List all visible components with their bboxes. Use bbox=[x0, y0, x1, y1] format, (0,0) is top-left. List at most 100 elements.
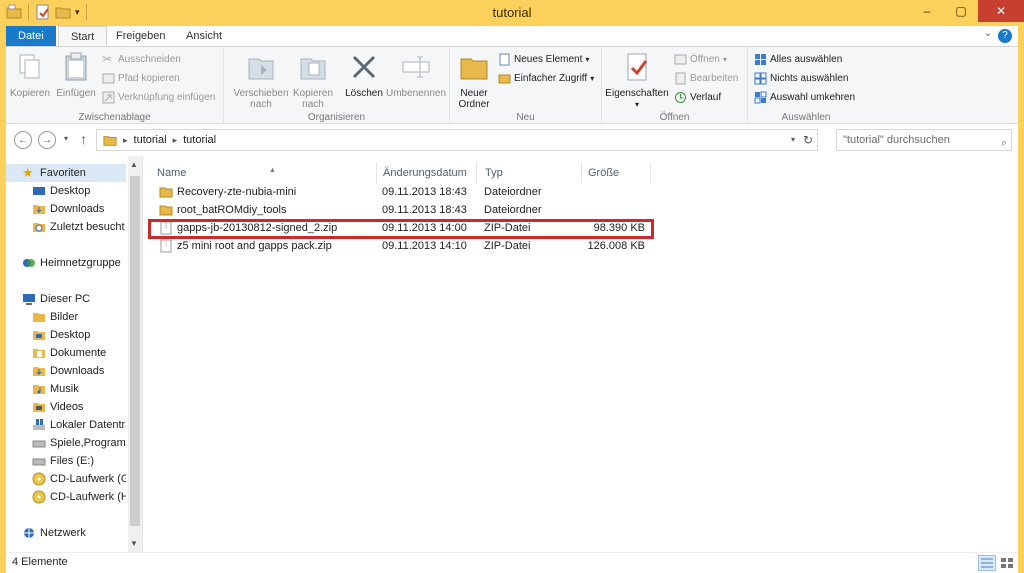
tab-share[interactable]: Freigeben bbox=[104, 26, 178, 46]
nav-label: Downloads bbox=[50, 203, 105, 215]
group-select: Alles auswählen Nichts auswählen Auswahl… bbox=[748, 47, 864, 125]
nav-label: Dokumente bbox=[50, 347, 107, 359]
nav-videos[interactable]: Videos bbox=[6, 398, 126, 416]
tab-start[interactable]: Start bbox=[58, 26, 108, 46]
move-icon bbox=[248, 58, 274, 80]
tab-file[interactable]: Datei bbox=[6, 26, 56, 46]
breadcrumb-item[interactable]: tutorial bbox=[183, 134, 216, 146]
new-item-icon bbox=[499, 53, 510, 66]
nav-recent[interactable]: Zuletzt besucht bbox=[6, 218, 126, 236]
paste-button[interactable]: Einfügen bbox=[54, 51, 98, 99]
search-input[interactable]: "tutorial" durchsuchen ⌕ bbox=[836, 129, 1012, 151]
new-folder-button[interactable]: Neuer Ordner bbox=[454, 51, 494, 110]
chevron-down-icon[interactable]: ⌄ bbox=[984, 28, 992, 39]
column-date[interactable]: Änderungsdatum bbox=[377, 162, 477, 184]
file-name[interactable]: root_batROMdiy_tools bbox=[177, 201, 286, 219]
nav-pictures[interactable]: Bilder bbox=[6, 308, 126, 326]
scroll-down-icon[interactable]: ▼ bbox=[130, 539, 138, 548]
paste-shortcut-button[interactable]: Verknüpfung einfügen bbox=[102, 91, 215, 104]
column-name[interactable]: Name ▲ bbox=[151, 162, 377, 184]
folder-icon bbox=[460, 58, 488, 80]
select-all-button[interactable]: Alles auswählen bbox=[754, 53, 842, 66]
nav-drive-games[interactable]: Spiele,Programm bbox=[6, 434, 126, 452]
copy-to-button[interactable]: Kopieren nach bbox=[290, 51, 336, 110]
edit-button[interactable]: Bearbeiten bbox=[674, 72, 738, 85]
navpane-scrollbar[interactable]: ▲ ▼ bbox=[128, 156, 142, 552]
details-view-button[interactable] bbox=[978, 555, 996, 571]
nav-local-disk[interactable]: Lokaler Datenträg bbox=[6, 416, 126, 434]
scrollbar-thumb[interactable] bbox=[130, 176, 140, 526]
file-name[interactable]: z5 mini root and gapps pack.zip bbox=[177, 237, 332, 255]
recent-locations-dropdown[interactable]: ▾ bbox=[64, 134, 68, 143]
nav-cd-g[interactable]: CD-Laufwerk (G:) bbox=[6, 470, 126, 488]
paste-shortcut-label: Verknüpfung einfügen bbox=[118, 92, 216, 103]
new-item-button[interactable]: Neues Element ▾ bbox=[498, 53, 589, 66]
nav-label: Zuletzt besucht bbox=[50, 221, 125, 233]
file-date: 09.11.2013 18:43 bbox=[382, 186, 467, 198]
music-folder-icon bbox=[33, 385, 45, 394]
minimize-button[interactable]: – bbox=[910, 0, 944, 22]
copy-path-button[interactable]: Pfad kopieren bbox=[102, 72, 180, 85]
nav-desktop[interactable]: Desktop bbox=[6, 182, 126, 200]
close-button[interactable]: ✕ bbox=[978, 0, 1024, 22]
nav-homegroup[interactable]: Heimnetzgruppe bbox=[6, 254, 126, 272]
easy-access-button[interactable]: Einfacher Zugriff ▾ bbox=[498, 72, 594, 85]
nav-documents[interactable]: Dokumente bbox=[6, 344, 126, 362]
tab-view[interactable]: Ansicht bbox=[174, 26, 234, 46]
nav-cd-h[interactable]: CD-Laufwerk (H: bbox=[6, 488, 126, 506]
nav-pc-downloads[interactable]: Downloads bbox=[6, 362, 126, 380]
open-button[interactable]: Öffnen ▾ bbox=[674, 53, 727, 66]
nav-pc-desktop[interactable]: Desktop bbox=[6, 326, 126, 344]
properties-label: Eigenschaften bbox=[605, 88, 669, 99]
column-size[interactable]: Größe bbox=[582, 162, 651, 184]
maximize-button[interactable]: ▢ bbox=[944, 0, 978, 22]
table-row[interactable]: root_batROMdiy_tools 09.11.2013 18:43 Date… bbox=[151, 201, 651, 219]
copy-button[interactable]: Kopieren bbox=[10, 51, 50, 99]
nav-downloads[interactable]: Downloads bbox=[6, 200, 126, 218]
title-bar: ▾ tutorial – ▢ ✕ bbox=[0, 0, 1024, 26]
sort-up-icon: ▲ bbox=[269, 167, 276, 174]
forward-button[interactable]: → bbox=[38, 131, 56, 149]
move-to-button[interactable]: Verschieben nach bbox=[232, 51, 290, 110]
nav-music[interactable]: Musik bbox=[6, 380, 126, 398]
back-button[interactable]: ← bbox=[14, 131, 32, 149]
table-row[interactable]: z5 mini root and gapps pack.zip 09.11.201… bbox=[151, 237, 651, 255]
chevron-down-icon[interactable]: ▾ bbox=[791, 135, 795, 144]
copy-path-label: Pfad kopieren bbox=[118, 73, 180, 84]
up-arrow-icon[interactable]: ↑ bbox=[80, 131, 87, 147]
scroll-up-icon[interactable]: ▲ bbox=[130, 160, 138, 169]
properties-button[interactable]: Eigenschaften ▾ bbox=[604, 51, 670, 110]
file-name[interactable]: Recovery-zte-nubia-mini bbox=[177, 183, 296, 201]
file-list: Name ▲ Änderungsdatum Typ Größe Recovery-… bbox=[142, 156, 1018, 552]
nav-label: Files (E:) bbox=[50, 455, 94, 467]
nav-label: Desktop bbox=[50, 185, 91, 197]
chevron-right-icon[interactable]: ▸ bbox=[123, 135, 128, 146]
rename-button[interactable]: Umbenennen bbox=[386, 51, 446, 99]
nav-label: Heimnetzgruppe bbox=[40, 257, 121, 269]
history-button[interactable]: Verlauf bbox=[674, 91, 721, 104]
nav-favorites[interactable]: ★ Favoriten bbox=[6, 164, 126, 182]
computer-icon bbox=[23, 294, 35, 305]
chevron-right-icon[interactable]: ▸ bbox=[173, 135, 178, 146]
help-icon[interactable]: ? bbox=[998, 29, 1012, 43]
navigation-bar: ← → ▾ ↑ ▸ tutorial ▸ tutorial ▾ ↻ "tutor… bbox=[6, 124, 1018, 156]
address-bar[interactable]: ▸ tutorial ▸ tutorial ▾ ↻ bbox=[96, 129, 818, 151]
table-row[interactable]: Recovery-zte-nubia-mini 09.11.2013 18:43 D… bbox=[151, 183, 651, 201]
file-size: 126.008 KB bbox=[587, 240, 646, 252]
delete-button[interactable]: Löschen bbox=[342, 51, 386, 99]
cut-button[interactable]: ✂ Ausschneiden bbox=[102, 53, 181, 66]
nav-this-pc[interactable]: Dieser PC bbox=[6, 290, 126, 308]
invert-selection-button[interactable]: Auswahl umkehren bbox=[754, 91, 855, 104]
column-type[interactable]: Typ bbox=[479, 162, 582, 184]
select-none-button[interactable]: Nichts auswählen bbox=[754, 72, 848, 85]
breadcrumb-item[interactable]: tutorial bbox=[134, 134, 167, 146]
drive-icon bbox=[32, 440, 46, 448]
nav-network[interactable]: Netzwerk bbox=[6, 524, 126, 542]
file-date: 09.11.2013 18:43 bbox=[382, 204, 467, 216]
nav-drive-e[interactable]: Files (E:) bbox=[6, 452, 126, 470]
refresh-icon[interactable]: ↻ bbox=[803, 133, 813, 147]
large-icons-view-button[interactable] bbox=[998, 555, 1016, 571]
recent-places-icon bbox=[33, 223, 45, 232]
shortcut-icon bbox=[102, 91, 115, 104]
copy-icon bbox=[19, 54, 40, 79]
